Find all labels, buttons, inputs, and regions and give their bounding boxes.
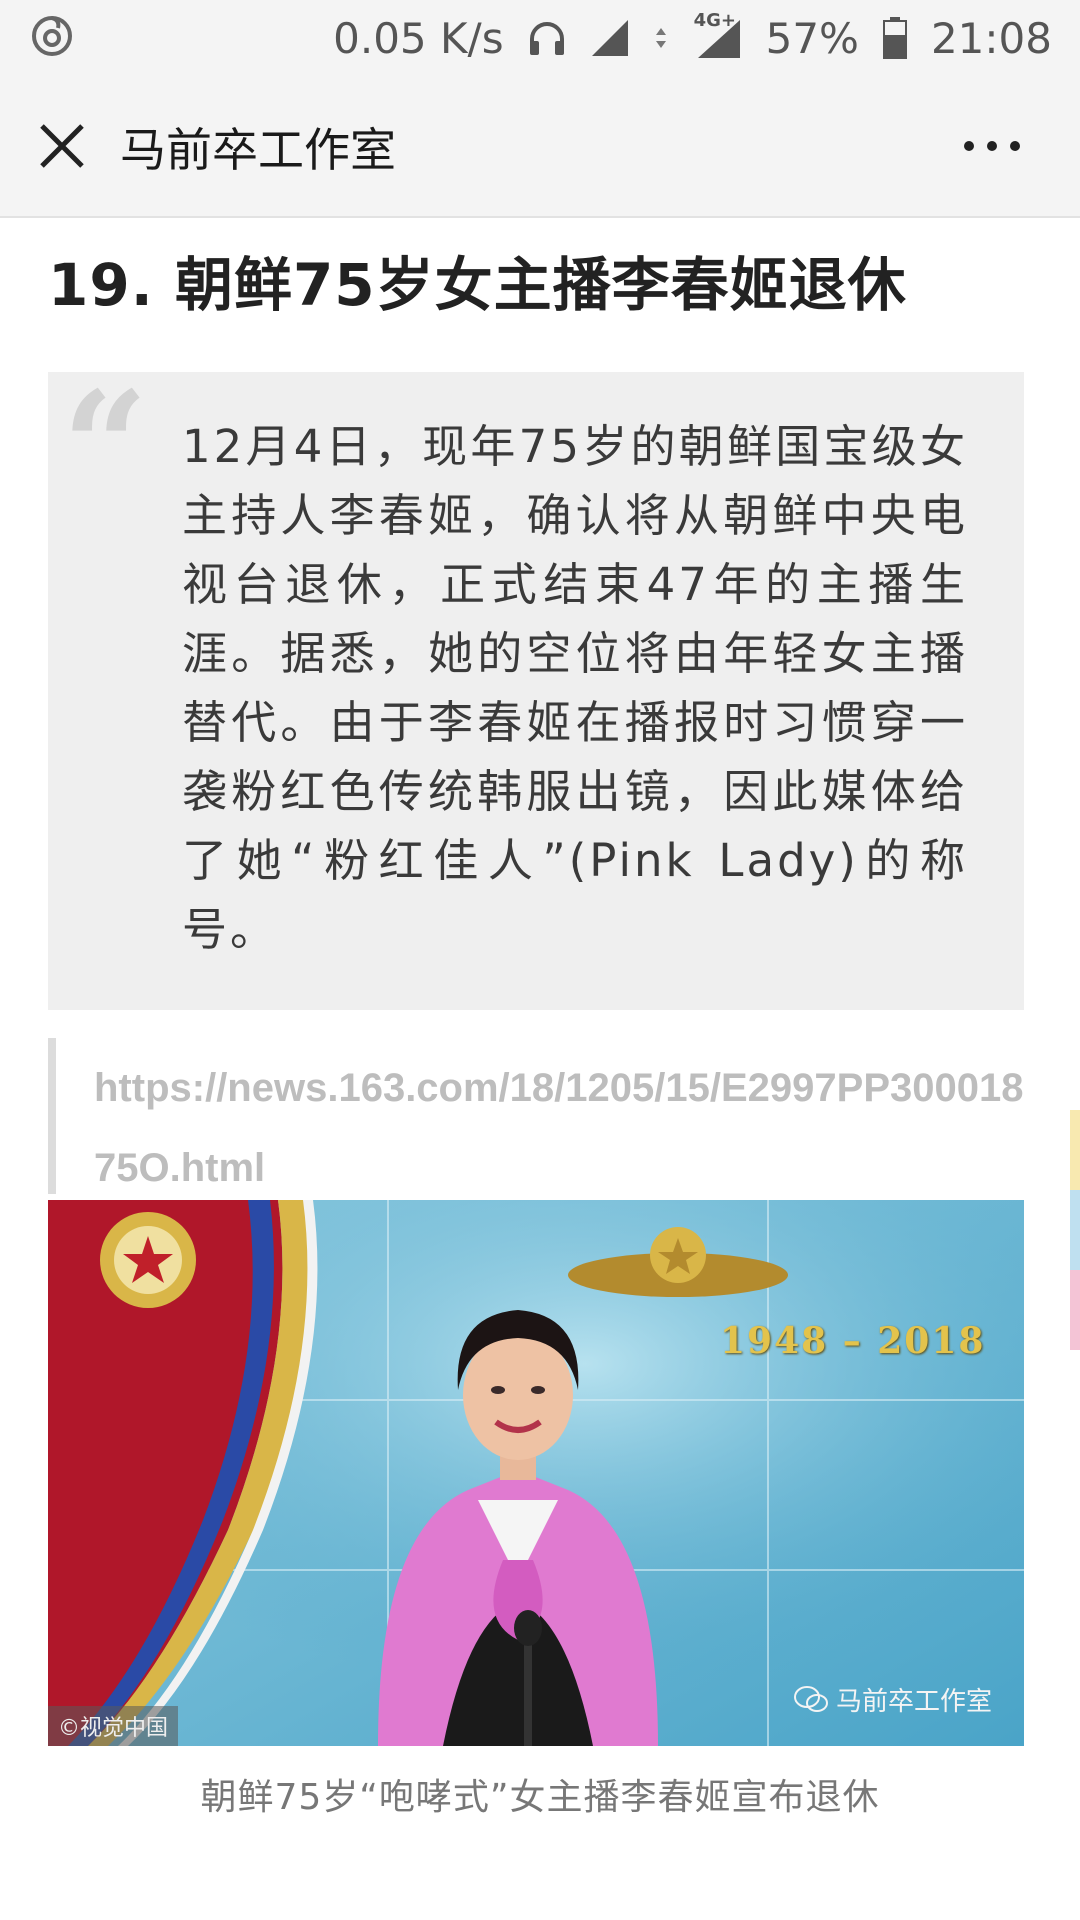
signal-icon (591, 20, 628, 56)
more-icon[interactable] (964, 136, 1020, 156)
watermark-text: 马前卒工作室 (835, 1687, 992, 1717)
scroll-hint-pink (1070, 1270, 1080, 1350)
scroll-hint-yellow (1070, 1110, 1080, 1190)
photo-watermark: 马前卒工作室 (793, 1681, 992, 1718)
page-title: 马前卒工作室 (120, 123, 396, 177)
article-photo[interactable]: 1948 – 2018 ©视觉中国 马前卒工作室 (48, 1200, 1024, 1746)
netease-music-icon (32, 16, 72, 56)
news-anchor-image (48, 1200, 1024, 1746)
source-link[interactable]: https://news.163.com/18/1205/15/E2997PP3… (94, 1048, 1034, 1208)
wechat-icon (793, 1685, 828, 1712)
close-icon[interactable] (36, 120, 88, 172)
nav-bar: 马前卒工作室 (0, 78, 1080, 218)
clock: 21:08 (930, 13, 1052, 63)
status-bar: 0.05 K/s 4G+ 57% 21:08 (0, 0, 1080, 78)
lte-signal: 4G+ (692, 10, 742, 60)
quote-block: “ 12月4日，现年75岁的朝鲜国宝级女主持人李春姬，确认将从朝鲜中央电视台退休… (48, 372, 1024, 1010)
photo-year-text: 1948 – 2018 (720, 1320, 986, 1362)
article-heading: 19. 朝鲜75岁女主播李春姬退休 (48, 251, 907, 319)
battery-icon (882, 17, 907, 59)
photo-caption: 朝鲜75岁“咆哮式”女主播李春姬宣布退休 (200, 1777, 880, 1818)
quote-text: 12月4日，现年75岁的朝鲜国宝级女主持人李春姬，确认将从朝鲜中央电视台退休，正… (182, 420, 968, 956)
quote-mark-icon: “ (62, 359, 149, 535)
headphones-icon (529, 22, 564, 55)
photo-credit: ©视觉中国 (48, 1706, 179, 1746)
data-arrows-icon (655, 28, 666, 48)
network-speed: 0.05 K/s (333, 13, 504, 63)
scroll-hint-blue (1070, 1190, 1080, 1270)
source-link-block: https://news.163.com/18/1205/15/E2997PP3… (48, 1038, 1056, 1194)
network-type: 4G+ (693, 10, 736, 31)
battery-percent: 57% (765, 13, 859, 63)
